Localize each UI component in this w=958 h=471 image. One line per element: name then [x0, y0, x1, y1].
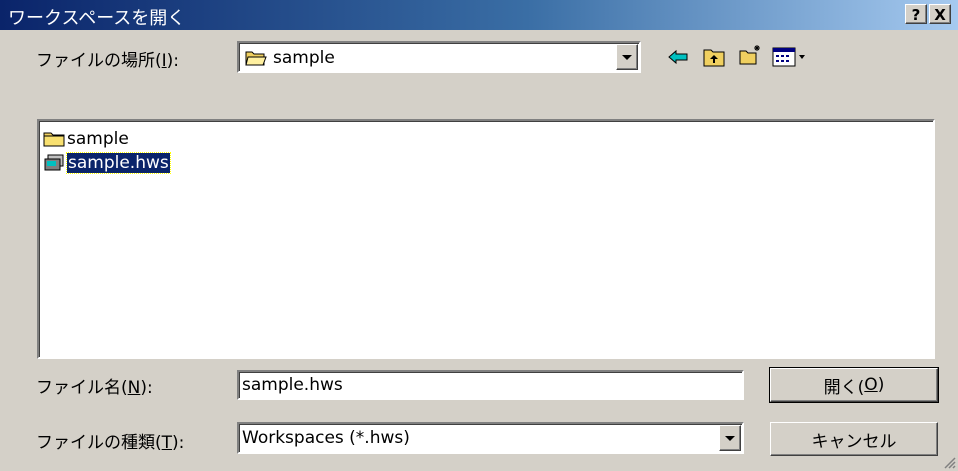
- workspace-file-icon: [44, 154, 64, 171]
- cancel-button[interactable]: キャンセル: [770, 422, 938, 456]
- location-combobox[interactable]: sample: [237, 41, 641, 73]
- location-value: sample: [273, 48, 335, 68]
- list-item-label: sample: [67, 129, 129, 149]
- close-button[interactable]: X: [929, 4, 951, 24]
- list-item[interactable]: sample.hws: [43, 151, 171, 175]
- location-dropdown-button[interactable]: [616, 44, 638, 70]
- chevron-down-icon: [622, 54, 632, 60]
- resize-grip-icon[interactable]: [942, 455, 956, 469]
- dialog-title: ワークスペースを開く: [8, 8, 186, 29]
- back-icon[interactable]: [666, 46, 690, 68]
- open-button[interactable]: 開く(O): [769, 367, 939, 403]
- location-label: ファイルの場所(I):: [36, 51, 180, 71]
- view-menu-icon[interactable]: [772, 46, 812, 68]
- file-list[interactable]: sample sample.hws: [37, 119, 935, 359]
- filetype-value: Workspaces (*.hws): [242, 428, 410, 448]
- filename-input[interactable]: sample.hws: [237, 370, 744, 400]
- filetype-dropdown-button[interactable]: [719, 425, 741, 451]
- help-button[interactable]: ?: [905, 4, 927, 24]
- filetype-combobox[interactable]: Workspaces (*.hws): [237, 422, 744, 454]
- list-item[interactable]: sample: [43, 127, 170, 151]
- filetype-label: ファイルの種類(T):: [36, 433, 185, 453]
- chevron-down-icon: [725, 435, 735, 441]
- up-folder-icon[interactable]: [702, 46, 726, 68]
- new-folder-icon[interactable]: [738, 44, 762, 66]
- open-folder-icon: [245, 51, 267, 66]
- folder-icon: [43, 132, 65, 147]
- list-item-label: sample.hws: [66, 152, 171, 174]
- filename-label: ファイル名(N):: [36, 378, 153, 398]
- filename-value: sample.hws: [242, 375, 343, 395]
